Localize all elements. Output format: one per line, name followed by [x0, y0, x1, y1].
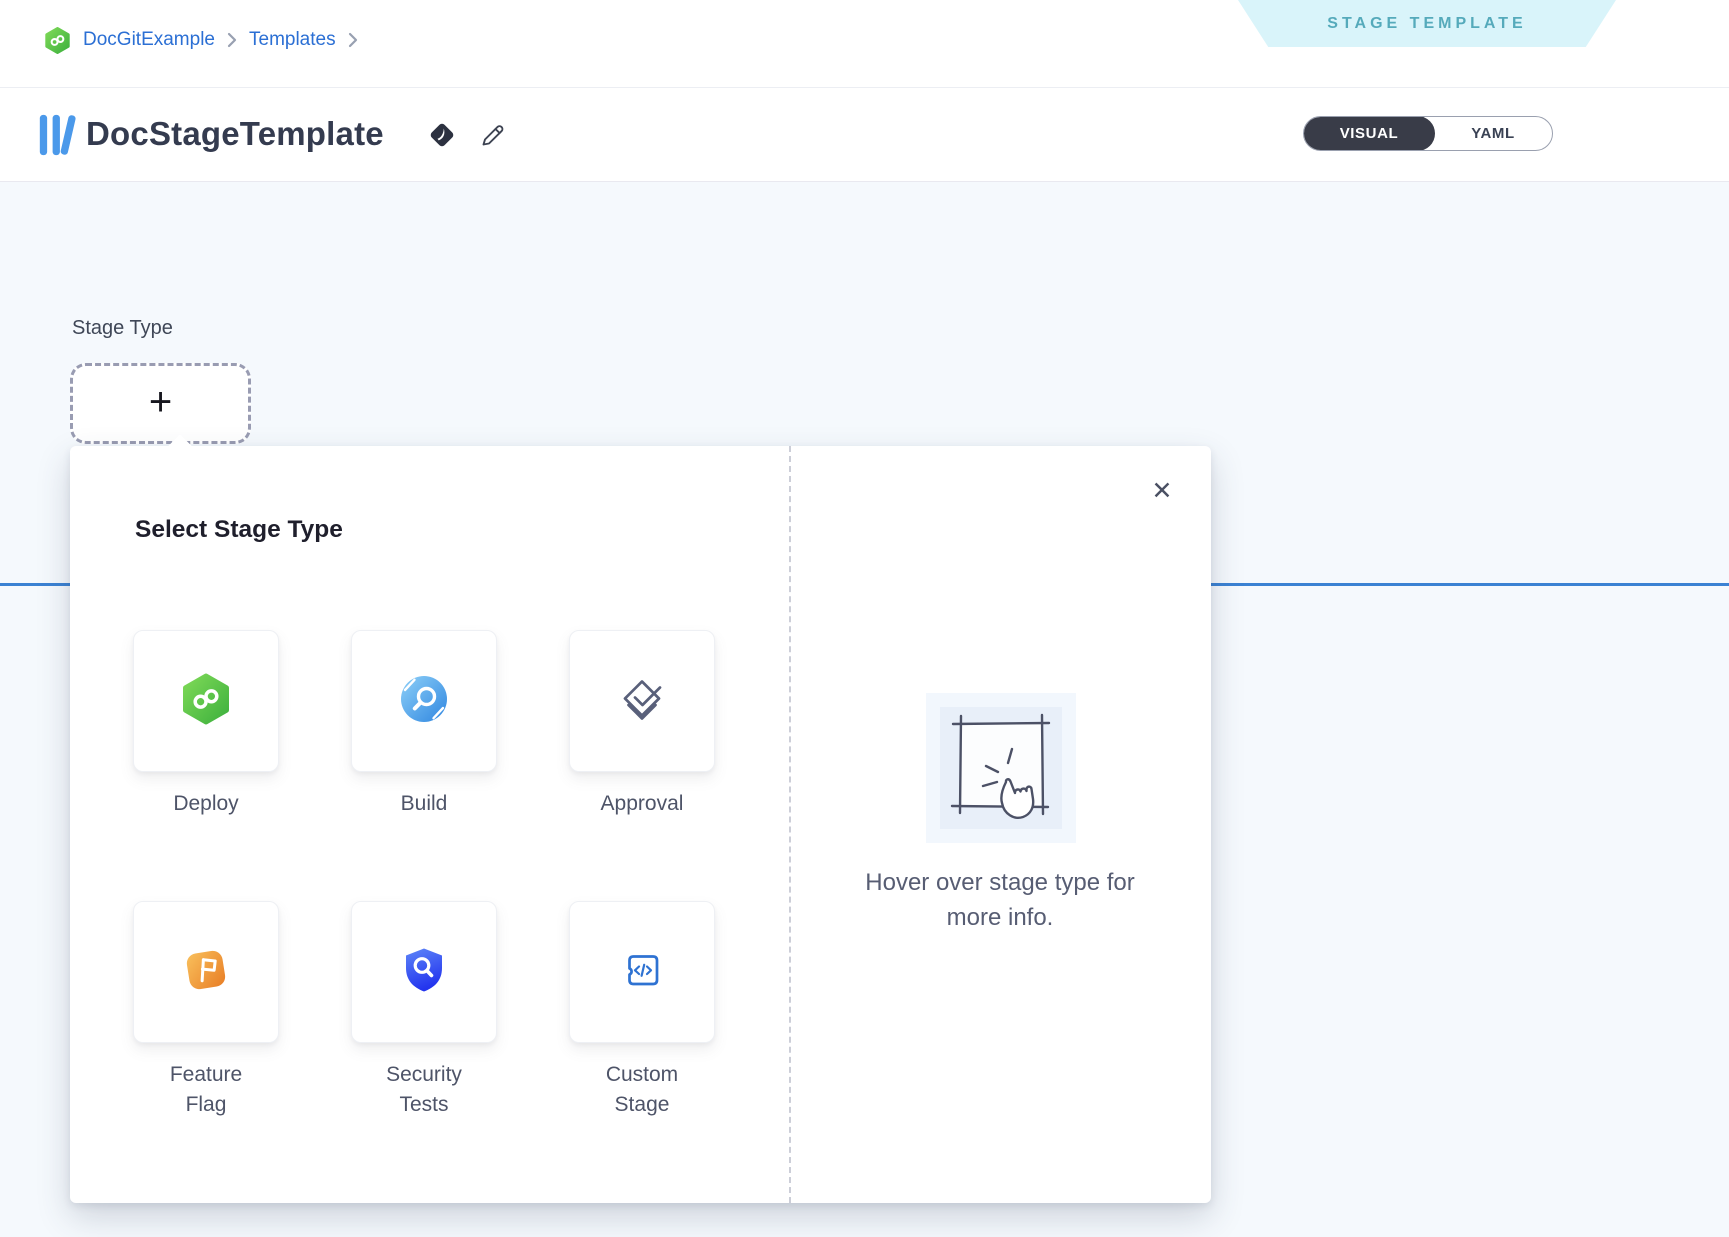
stage-template-badge: STAGE TEMPLATE — [1238, 0, 1616, 47]
project-hexagon-icon — [44, 27, 71, 54]
breadcrumb-link-project[interactable]: DocGitExample — [83, 29, 215, 51]
breadcrumb: DocGitExample Templates — [44, 14, 358, 66]
stage-type-card-approval[interactable] — [569, 630, 715, 772]
stage-type-label-feature-flag: Feature Flag — [151, 1060, 261, 1121]
stage-type-cell-security-tests: Security Tests — [351, 901, 497, 1121]
stage-type-cell-build: Build — [351, 630, 497, 819]
chevron-right-icon — [227, 32, 237, 48]
stage-type-label-deploy: Deploy — [151, 789, 261, 819]
title-bar: DocStageTemplate VISUAL YAML — [0, 88, 1729, 182]
security-shield-icon — [398, 944, 450, 1001]
hover-info-illustration — [926, 693, 1076, 843]
stage-type-cell-feature-flag: Feature Flag — [133, 901, 279, 1121]
plus-icon: + — [149, 382, 172, 422]
stage-template-badge-label: STAGE TEMPLATE — [1327, 15, 1526, 33]
visual-yaml-toggle: VISUAL YAML — [1303, 116, 1553, 151]
approval-check-icon — [616, 673, 668, 730]
stage-type-card-security-tests[interactable] — [351, 901, 497, 1043]
feature-flag-icon — [180, 944, 232, 1001]
stage-type-label-approval: Approval — [587, 789, 697, 819]
stage-template-editor: DocGitExample Templates STAGE TEMPLATE D… — [0, 0, 1729, 1237]
close-icon[interactable]: ✕ — [1145, 474, 1179, 508]
popover-divider — [789, 446, 791, 1203]
deploy-hexagon-icon — [180, 673, 232, 730]
template-bars-icon — [38, 111, 80, 164]
template-tag-icon — [425, 118, 459, 157]
edit-pencil-icon[interactable] — [478, 120, 508, 155]
build-circle-icon — [398, 673, 450, 730]
toggle-visual[interactable]: VISUAL — [1303, 116, 1435, 151]
toggle-yaml[interactable]: YAML — [1434, 117, 1552, 150]
add-stage-button[interactable]: + — [70, 363, 251, 444]
stage-type-cell-custom-stage: Custom Stage — [569, 901, 715, 1121]
stage-type-label-build: Build — [369, 789, 479, 819]
top-bar: DocGitExample Templates STAGE TEMPLATE — [0, 0, 1729, 88]
stage-type-card-feature-flag[interactable] — [133, 901, 279, 1043]
stage-type-card-deploy[interactable] — [133, 630, 279, 772]
popover-title: Select Stage Type — [135, 516, 343, 544]
stage-type-card-build[interactable] — [351, 630, 497, 772]
stage-type-card-custom-stage[interactable] — [569, 901, 715, 1043]
chevron-right-icon — [348, 32, 358, 48]
select-stage-type-popover: Select Stage Type ✕ Deploy — [70, 446, 1211, 1203]
stage-type-cell-deploy: Deploy — [133, 630, 279, 819]
page-title: DocStageTemplate — [86, 115, 384, 153]
stage-type-label-custom-stage: Custom Stage — [587, 1060, 697, 1121]
stage-type-label: Stage Type — [72, 317, 173, 340]
hover-info-text: Hover over stage type for more info. — [845, 866, 1155, 936]
stage-type-cell-approval: Approval — [569, 630, 715, 819]
stage-type-label-security-tests: Security Tests — [369, 1060, 479, 1121]
breadcrumb-link-templates[interactable]: Templates — [249, 29, 336, 51]
custom-stage-icon — [616, 944, 668, 1001]
